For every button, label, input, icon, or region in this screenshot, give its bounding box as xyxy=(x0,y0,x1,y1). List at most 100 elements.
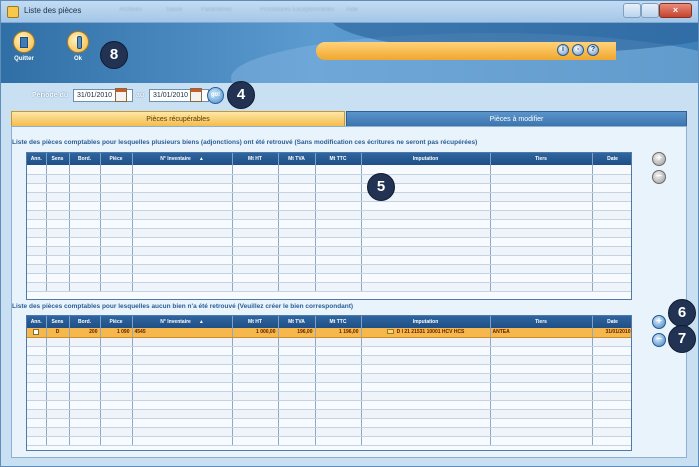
table-row[interactable] xyxy=(27,355,631,365)
table-cell xyxy=(315,409,362,419)
table-row[interactable] xyxy=(27,436,631,446)
table-cell xyxy=(278,183,316,193)
column-header[interactable]: Mt TVA xyxy=(278,153,316,165)
column-header[interactable]: Mt HT xyxy=(232,153,279,165)
callout-5: 5 xyxy=(367,173,395,201)
go-button[interactable]: go! xyxy=(207,87,224,104)
ok-button[interactable]: Ok xyxy=(63,31,93,69)
table-row[interactable] xyxy=(27,246,631,256)
table-row[interactable] xyxy=(27,228,631,238)
table-row[interactable] xyxy=(27,391,631,401)
column-header[interactable]: Pièce xyxy=(100,153,133,165)
table-row[interactable]: D 200 1 090 4545 1 000,00 196,00 1 196,00 D I 2… xyxy=(27,328,631,338)
table-cell xyxy=(490,400,593,410)
close-button[interactable]: × xyxy=(659,3,692,18)
table-row[interactable] xyxy=(27,400,631,410)
table-row[interactable] xyxy=(27,364,631,374)
table-row[interactable] xyxy=(27,409,631,419)
column-header[interactable]: Mt TTC xyxy=(315,153,362,165)
column-header[interactable]: Bord. xyxy=(69,153,101,165)
table-row[interactable] xyxy=(27,373,631,383)
menu-parametres[interactable]: Paramètres xyxy=(201,7,232,13)
table-row[interactable] xyxy=(27,174,631,184)
table-row[interactable] xyxy=(27,337,631,347)
table-cell xyxy=(361,409,491,419)
column-header[interactable]: Ann. xyxy=(27,316,47,328)
top-add-button[interactable]: + xyxy=(652,152,666,166)
table-cell xyxy=(278,255,316,265)
column-header[interactable]: Sens xyxy=(46,316,70,328)
delete-asset-button[interactable]: − xyxy=(652,333,666,347)
table-cell xyxy=(100,246,133,256)
column-header[interactable]: Ann. xyxy=(27,153,47,165)
table-row[interactable] xyxy=(27,427,631,437)
column-header[interactable]: Date xyxy=(592,316,631,328)
table-cell xyxy=(132,210,233,220)
column-header[interactable]: Imputation xyxy=(361,153,491,165)
column-header[interactable]: Imputation xyxy=(361,316,491,328)
menu-procedures[interactable]: Procédures Exceptionnelles xyxy=(260,7,334,13)
minimize-button[interactable] xyxy=(623,3,641,18)
tab-pieces-a-modifier[interactable]: Pièces à modifier xyxy=(346,111,687,126)
maximize-button[interactable] xyxy=(641,3,659,18)
column-header[interactable]: Tiers xyxy=(490,316,593,328)
top-remove-button[interactable]: − xyxy=(652,170,666,184)
row-checkbox[interactable] xyxy=(33,329,40,336)
table-row[interactable] xyxy=(27,192,631,202)
sort-arrow-icon[interactable]: ▲ xyxy=(199,319,204,325)
column-header[interactable]: Mt TTC xyxy=(315,316,362,328)
table-row[interactable] xyxy=(27,237,631,247)
table-cell xyxy=(315,183,362,193)
menu-aide[interactable]: Aide xyxy=(346,7,358,13)
table-cell xyxy=(490,165,593,175)
table-row[interactable] xyxy=(27,273,631,283)
sort-arrow-icon[interactable]: ▲ xyxy=(199,156,204,162)
table-cell xyxy=(27,346,47,356)
period-bar: Période du 31/01/2010 au 31/01/2010 go! xyxy=(3,83,696,109)
column-header[interactable]: Date xyxy=(592,153,631,165)
menu-archives[interactable]: Archives xyxy=(119,7,142,13)
table-row[interactable] xyxy=(27,255,631,265)
column-header[interactable]: N° Inventaire ▲ xyxy=(132,316,233,328)
table-cell xyxy=(100,400,133,410)
table-row[interactable] xyxy=(27,201,631,211)
column-header[interactable]: Bord. xyxy=(69,316,101,328)
information-icon[interactable]: i xyxy=(557,44,569,56)
top-pieces-grid[interactable]: Ann. Sens Bord. Pièce N° Inventaire ▲ Mt HT Mt … xyxy=(26,152,632,300)
menu-saisie[interactable]: Saisie xyxy=(166,7,182,13)
column-header[interactable]: Pièce xyxy=(100,316,133,328)
column-header[interactable]: Tiers xyxy=(490,153,593,165)
table-row[interactable] xyxy=(27,183,631,193)
table-row[interactable] xyxy=(27,382,631,392)
folder-icon[interactable] xyxy=(386,329,394,335)
quit-button[interactable]: Quitter xyxy=(9,31,39,69)
table-cell xyxy=(27,237,47,247)
table-row[interactable] xyxy=(27,282,631,292)
table-row[interactable] xyxy=(27,219,631,229)
table-row[interactable] xyxy=(27,264,631,274)
column-header[interactable]: Mt TVA xyxy=(278,316,316,328)
bottom-pieces-grid[interactable]: Ann. Sens Bord. Pièce N° Inventaire ▲ Mt HT Mt … xyxy=(26,315,632,451)
calendar-from-icon[interactable] xyxy=(115,88,127,102)
navigation-icon[interactable]: ◦ xyxy=(572,44,584,56)
table-row[interactable] xyxy=(27,210,631,220)
create-asset-button[interactable]: + xyxy=(652,315,666,329)
help-icon[interactable]: ? xyxy=(587,44,599,56)
table-cell xyxy=(592,400,631,410)
column-header[interactable]: Mt HT xyxy=(232,316,279,328)
column-header[interactable]: N° Inventaire ▲ xyxy=(132,153,233,165)
column-header[interactable]: Sens xyxy=(46,153,70,165)
table-cell xyxy=(232,391,279,401)
table-cell xyxy=(46,337,70,347)
table-row[interactable] xyxy=(27,418,631,428)
table-cell xyxy=(232,273,279,283)
table-cell xyxy=(232,228,279,238)
table-cell xyxy=(232,183,279,193)
table-row[interactable] xyxy=(27,165,631,175)
table-cell xyxy=(490,237,593,247)
table-row[interactable] xyxy=(27,346,631,356)
calendar-to-icon[interactable] xyxy=(190,88,202,102)
table-cell xyxy=(46,246,70,256)
tab-pieces-recuperables[interactable]: Pièces récupérables xyxy=(11,111,345,126)
table-cell xyxy=(132,409,233,419)
